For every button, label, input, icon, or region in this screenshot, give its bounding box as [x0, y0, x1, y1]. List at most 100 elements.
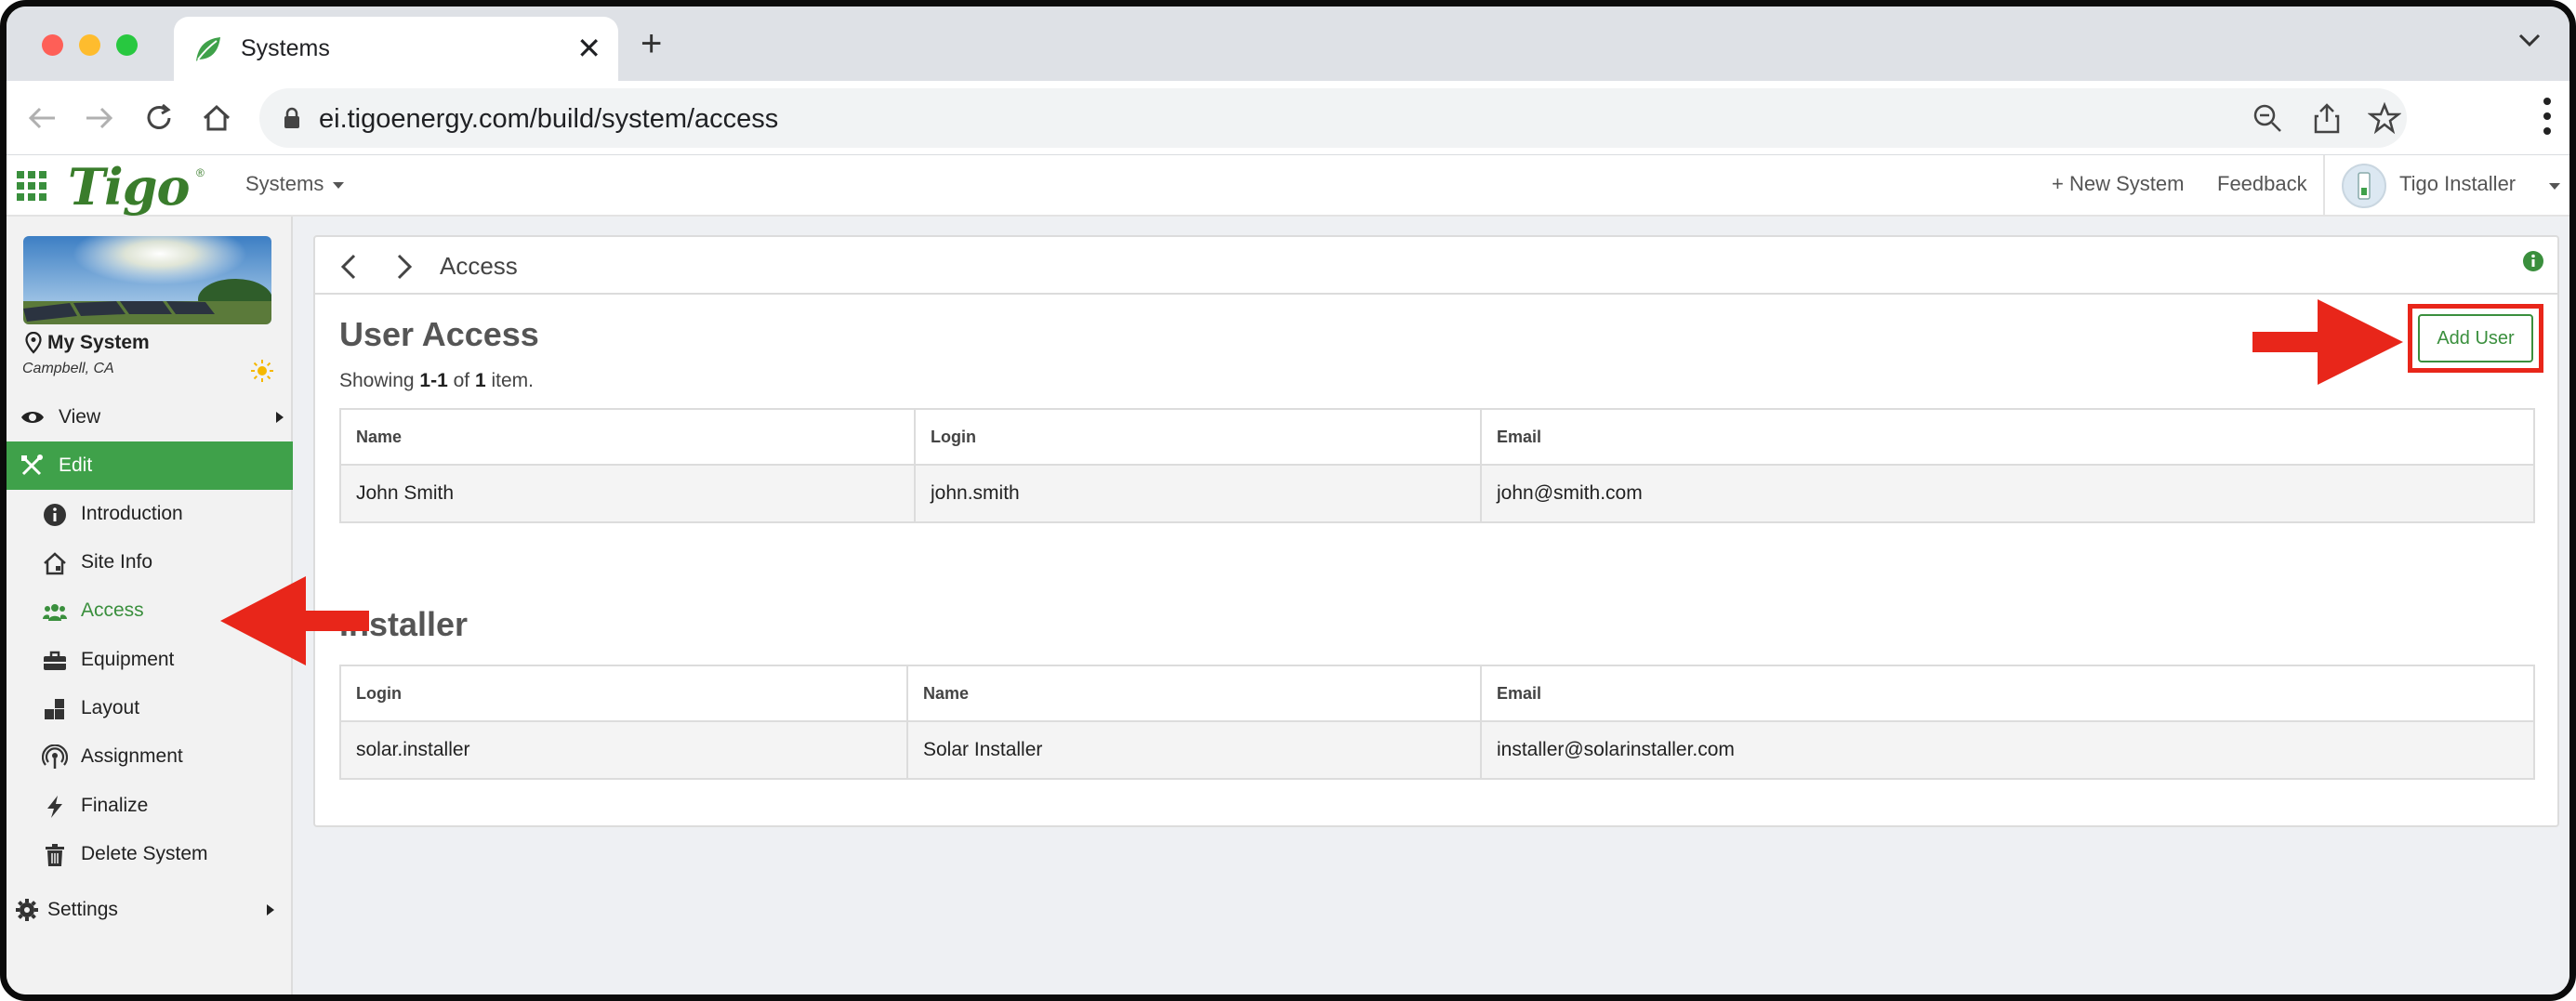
toolbox-icon: [44, 651, 66, 670]
lock-icon: [284, 107, 299, 128]
column-header-login[interactable]: Login: [339, 665, 908, 722]
forward-icon[interactable]: [79, 98, 120, 138]
tab-strip: Systems ✕ +: [7, 7, 2569, 81]
leaf-icon: [196, 37, 220, 61]
user-login-cell: john.smith: [914, 464, 1482, 523]
caret-right-icon: [267, 904, 274, 915]
sidebar-item-label: Site Info: [81, 551, 153, 573]
nav-settings[interactable]: Settings: [7, 886, 293, 934]
gear-icon: [16, 899, 38, 921]
breadcrumb: Access: [315, 237, 2557, 295]
weather-sun-icon: [251, 360, 273, 382]
system-name: My System: [47, 332, 150, 353]
access-panel: Access User Access Showing 1-1 of 1 item…: [313, 235, 2559, 827]
add-user-button[interactable]: Add User: [2418, 314, 2533, 362]
user-access-table: Name Login Email John Smith john.smith j…: [339, 408, 2535, 523]
sidebar-item-assignment[interactable]: Assignment: [7, 732, 293, 781]
chevron-left-icon[interactable]: [337, 254, 360, 280]
maximize-window-button[interactable]: [116, 34, 138, 56]
chevron-down-icon[interactable]: [2517, 31, 2542, 49]
sidebar-item-layout[interactable]: Layout: [7, 684, 293, 732]
installer-name-cell: Solar Installer: [906, 720, 1482, 780]
sidebar-item-label: Layout: [81, 697, 140, 718]
installer-avatar-icon: [2358, 172, 2371, 200]
user-name-cell: John Smith: [339, 464, 916, 523]
table-row[interactable]: John Smith john.smith john@smith.com: [339, 464, 2535, 523]
user-menu[interactable]: Tigo Installer: [2323, 155, 2569, 217]
chevron-right-icon[interactable]: [393, 254, 416, 280]
layout-icon: [45, 699, 64, 719]
back-icon[interactable]: [21, 98, 62, 138]
site-photo[interactable]: [23, 236, 271, 324]
location-pin-icon: [25, 332, 42, 354]
zoom-out-icon[interactable]: [2251, 101, 2284, 135]
caret-right-icon: [276, 412, 284, 423]
installer-login-cell: solar.installer: [339, 720, 908, 780]
main-content: Access User Access Showing 1-1 of 1 item…: [293, 217, 2569, 994]
minimize-window-button[interactable]: [79, 34, 100, 56]
home-icon[interactable]: [196, 98, 237, 138]
nav-settings-label: Settings: [47, 899, 118, 920]
sidebar-item-introduction[interactable]: Introduction: [7, 490, 293, 538]
system-location: Campbell, CA: [22, 361, 114, 376]
sidebar-item-finalize[interactable]: Finalize: [7, 782, 293, 830]
sidebar-item-label: Access: [81, 599, 144, 621]
showing-suffix: item.: [485, 370, 534, 391]
address-bar[interactable]: ei.tigoenergy.com/build/system/access: [259, 88, 2407, 148]
apps-grid-icon[interactable]: [16, 170, 47, 202]
nav-edit[interactable]: Edit: [7, 441, 293, 490]
house-icon: [44, 552, 66, 575]
tigo-logo[interactable]: Tigo: [68, 157, 190, 217]
sidebar-item-label: Assignment: [81, 745, 183, 767]
add-user-highlight: Add User: [2408, 304, 2543, 373]
solar-site-image: [23, 236, 271, 324]
new-system-link[interactable]: + New System: [2052, 172, 2184, 196]
showing-total: 1: [474, 370, 486, 391]
table-row[interactable]: solar.installer Solar Installer installe…: [339, 720, 2535, 780]
url-text: ei.tigoenergy.com/build/system/access: [319, 104, 779, 134]
sidebar-item-label: Introduction: [81, 503, 183, 524]
eye-icon: [21, 412, 44, 423]
sidebar-item-label: Equipment: [81, 649, 175, 670]
nav-edit-label: Edit: [59, 454, 93, 476]
nav-view[interactable]: View: [7, 393, 293, 441]
avatar: [2342, 164, 2386, 208]
sidebar-item-delete-system[interactable]: Delete System: [7, 830, 293, 878]
close-tab-icon[interactable]: ✕: [576, 30, 601, 67]
reload-icon[interactable]: [139, 98, 179, 138]
showing-range: 1-1: [419, 370, 448, 391]
systems-menu[interactable]: Systems: [245, 172, 345, 196]
feedback-link[interactable]: Feedback: [2217, 172, 2307, 196]
installer-table: Login Name Email solar.installer Solar I…: [339, 665, 2535, 780]
systems-menu-label: Systems: [245, 172, 324, 195]
column-header-name[interactable]: Name: [906, 665, 1482, 722]
info-icon[interactable]: [2522, 250, 2544, 272]
users-icon: [43, 604, 67, 621]
page-title: Access: [440, 252, 518, 280]
trash-icon: [46, 844, 64, 866]
sidebar-item-label: Delete System: [81, 843, 208, 864]
tab-title: Systems: [241, 35, 330, 61]
bookmark-star-icon[interactable]: [2368, 101, 2401, 135]
showing-summary: Showing 1-1 of 1 item.: [339, 370, 534, 392]
browser-window: Systems ✕ + ei.tigoenergy.com/build/syst: [0, 0, 2576, 1001]
browser-menu-icon[interactable]: [2542, 96, 2553, 137]
annotation-arrow-right-icon: [2252, 299, 2403, 385]
close-window-button[interactable]: [42, 34, 63, 56]
user-email-cell: john@smith.com: [1480, 464, 2535, 523]
bolt-icon: [47, 796, 62, 818]
antenna-icon: [42, 744, 68, 769]
column-header-login[interactable]: Login: [914, 408, 1482, 466]
table-header-row: Name Login Email: [339, 408, 2535, 466]
caret-down-icon: [2549, 183, 2560, 190]
browser-tab[interactable]: Systems ✕: [174, 17, 618, 81]
column-header-email[interactable]: Email: [1480, 665, 2535, 722]
new-tab-button[interactable]: +: [641, 25, 662, 62]
share-icon[interactable]: [2310, 101, 2344, 135]
column-header-name[interactable]: Name: [339, 408, 916, 466]
sidebar-item-label: Finalize: [81, 795, 149, 816]
installer-email-cell: installer@solarinstaller.com: [1480, 720, 2535, 780]
column-header-email[interactable]: Email: [1480, 408, 2535, 466]
table-header-row: Login Name Email: [339, 665, 2535, 722]
user-access-heading: User Access: [339, 315, 539, 353]
